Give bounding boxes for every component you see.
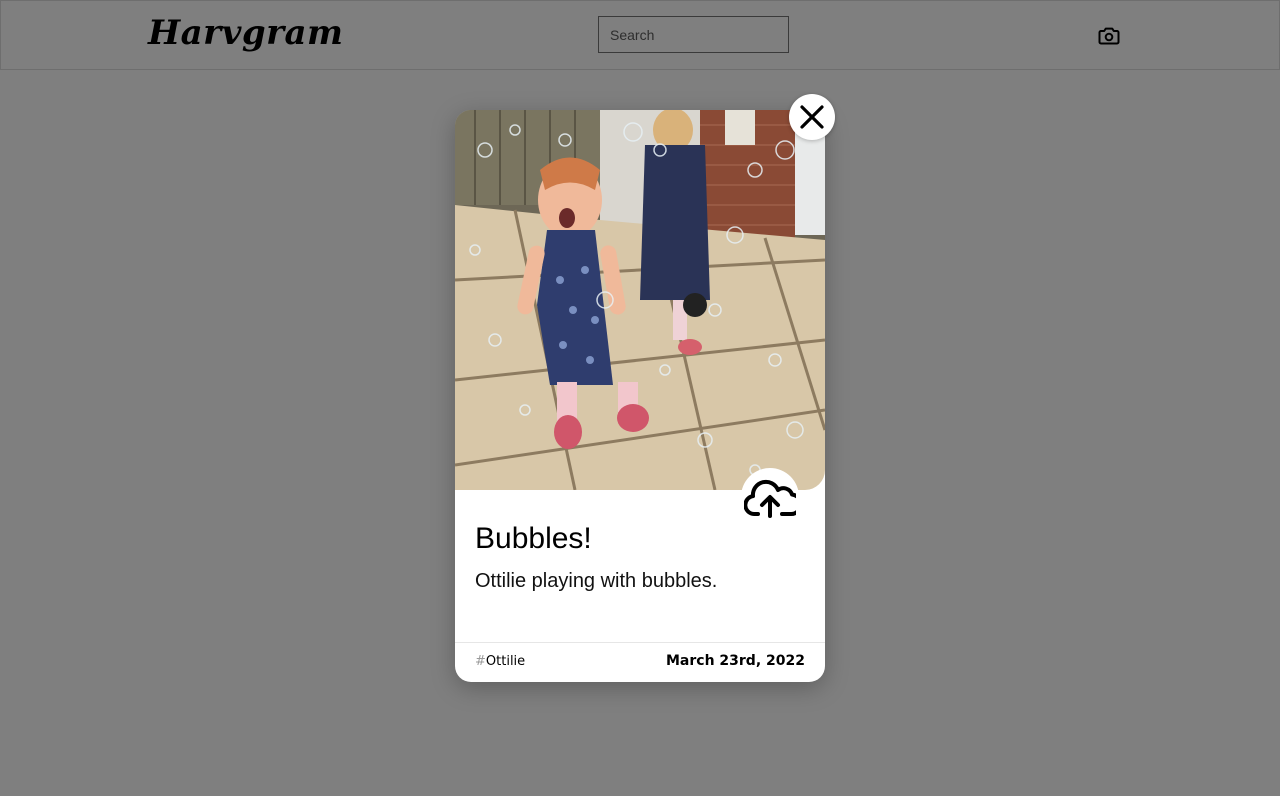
post-description: Ottilie playing with bubbles. xyxy=(475,570,718,592)
camera-icon[interactable] xyxy=(1097,24,1121,48)
post-footer: #Ottilie March 23rd, 2022 xyxy=(455,642,825,682)
post-title: Bubbles! xyxy=(475,522,592,555)
search-input[interactable] xyxy=(598,16,789,53)
app-logo[interactable]: Harvgram xyxy=(148,13,344,53)
post-tag-link[interactable]: #Ottilie xyxy=(475,654,525,669)
hash-symbol: # xyxy=(475,654,486,669)
close-icon[interactable] xyxy=(789,94,835,140)
top-nav-bar: Harvgram xyxy=(0,0,1280,70)
post-date: March 23rd, 2022 xyxy=(666,653,805,669)
post-tag-label: Ottilie xyxy=(485,654,526,669)
post-modal-card: Bubbles! Ottilie playing with bubbles. #… xyxy=(455,110,825,682)
cloud-upload-icon[interactable] xyxy=(741,468,799,526)
post-photo xyxy=(455,110,825,490)
